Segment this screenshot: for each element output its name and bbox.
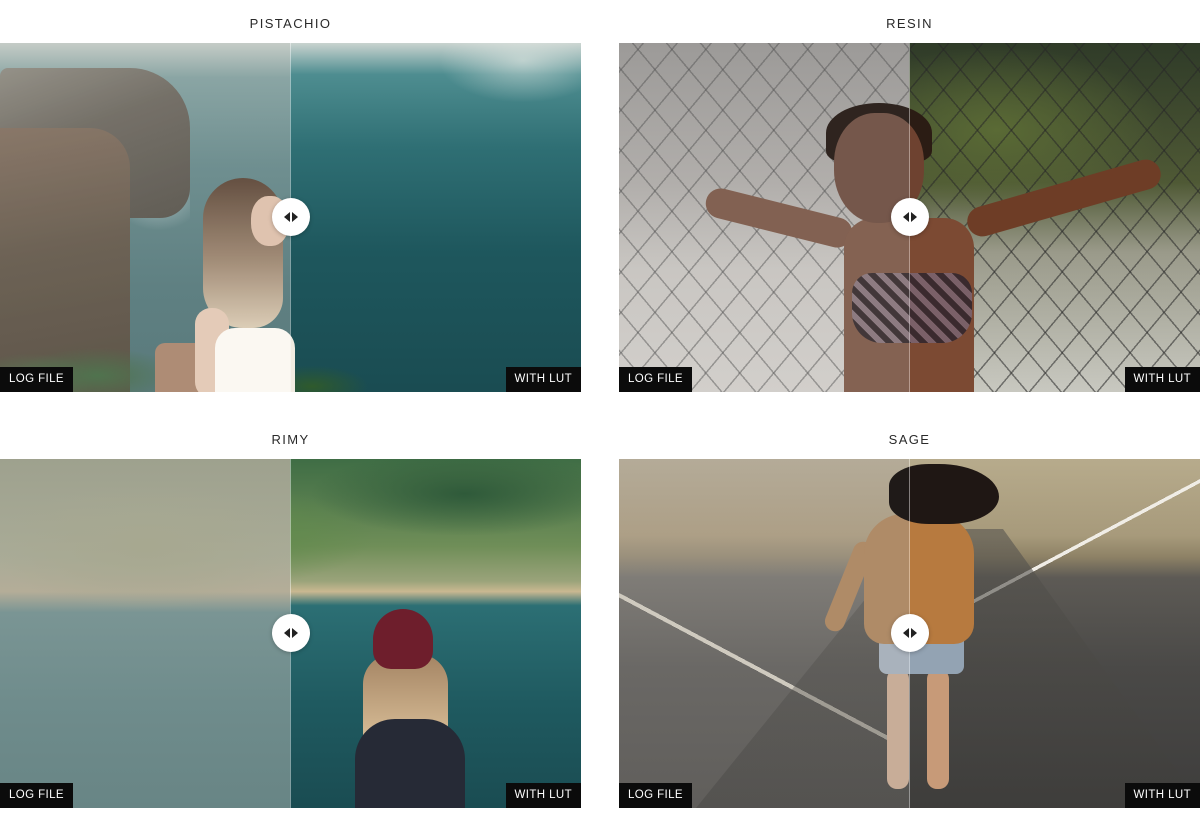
comparison-title-pistachio: PISTACHIO bbox=[249, 16, 332, 31]
with-lut-label: WITH LUT bbox=[505, 783, 581, 808]
double-arrow-icon[interactable] bbox=[891, 198, 929, 236]
comparison-slider-resin[interactable]: LOG FILE WITH LUT bbox=[619, 43, 1200, 392]
comparison-title-resin: RESIN bbox=[886, 16, 933, 31]
comparison-slider-sage[interactable]: LOG FILE WITH LUT bbox=[619, 459, 1200, 808]
comparison-slider-pistachio[interactable]: LOG FILE WITH LUT bbox=[0, 43, 581, 392]
with-lut-label: WITH LUT bbox=[505, 367, 581, 392]
double-arrow-icon[interactable] bbox=[891, 614, 929, 652]
log-file-label: LOG FILE bbox=[619, 783, 692, 808]
double-arrow-icon[interactable] bbox=[272, 614, 310, 652]
with-lut-label: WITH LUT bbox=[1124, 783, 1200, 808]
before-image bbox=[619, 43, 909, 392]
before-image bbox=[619, 459, 909, 808]
comparison-title-rimy: RIMY bbox=[271, 432, 310, 447]
before-image bbox=[0, 459, 290, 808]
log-file-label: LOG FILE bbox=[0, 367, 73, 392]
before-image bbox=[0, 43, 290, 392]
double-arrow-icon[interactable] bbox=[272, 198, 310, 236]
log-file-label: LOG FILE bbox=[0, 783, 73, 808]
with-lut-label: WITH LUT bbox=[1124, 367, 1200, 392]
log-file-label: LOG FILE bbox=[619, 367, 692, 392]
comparison-slider-rimy[interactable]: LOG FILE WITH LUT bbox=[0, 459, 581, 808]
comparison-title-sage: SAGE bbox=[888, 432, 931, 447]
